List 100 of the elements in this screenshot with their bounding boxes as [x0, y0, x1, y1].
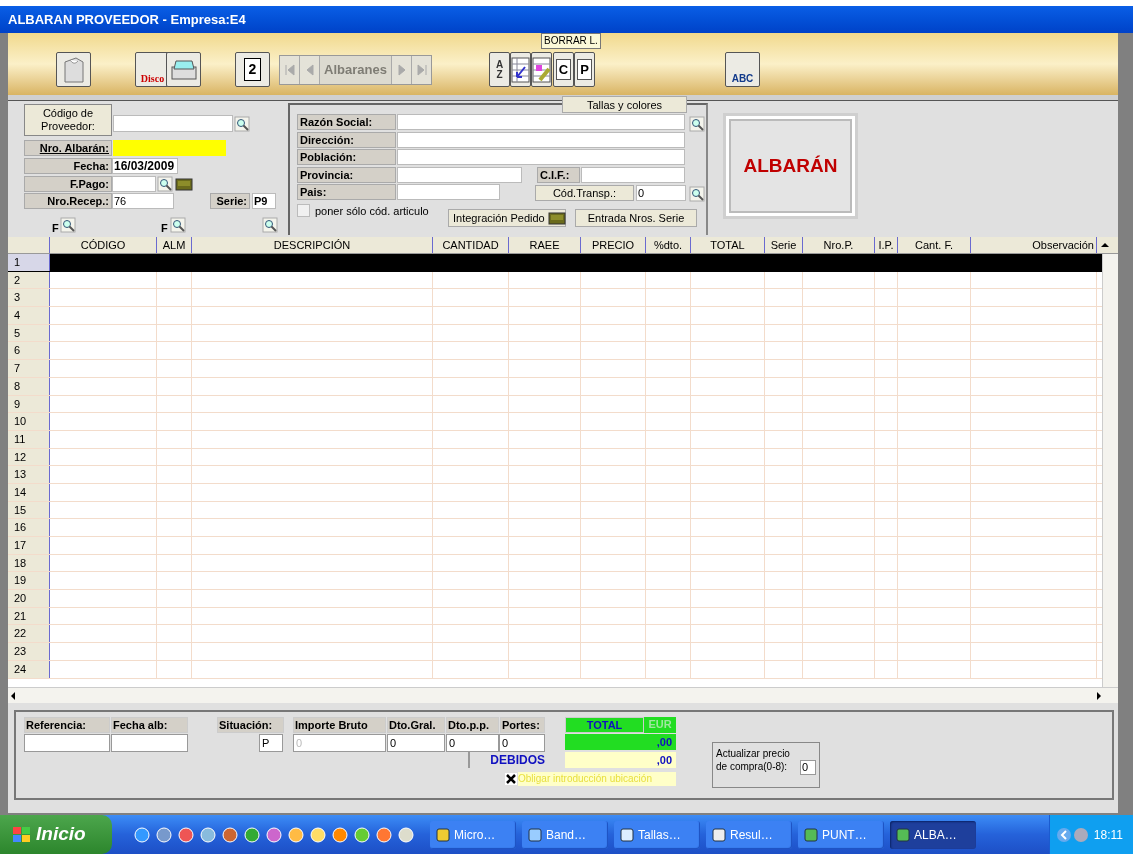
delivery-note-number-field[interactable]	[113, 140, 226, 156]
transport-code-field[interactable]: 0	[636, 185, 686, 201]
quick-launch-icon[interactable]	[376, 826, 392, 843]
transport-code-button[interactable]: Cód.Transp.:	[535, 185, 634, 201]
column-header[interactable]: Observación	[971, 237, 1097, 253]
grid-row[interactable]: 8	[8, 377, 1102, 396]
scroll-left-icon[interactable]	[10, 691, 16, 700]
grid-row[interactable]: 16	[8, 519, 1102, 537]
text-field[interactable]	[397, 184, 500, 200]
grid-row[interactable]: 18	[8, 554, 1102, 573]
grid-row[interactable]: 5	[8, 324, 1102, 343]
search-icon[interactable]	[60, 217, 76, 233]
search-icon[interactable]	[689, 116, 705, 132]
search-icon[interactable]	[234, 116, 250, 132]
text-field[interactable]	[581, 167, 685, 183]
grid-row[interactable]: 17	[8, 537, 1102, 555]
grid-row[interactable]: 7	[8, 360, 1102, 378]
column-header[interactable]: CÓDIGO	[50, 237, 157, 253]
folder-icon[interactable]	[175, 176, 193, 192]
start-button[interactable]: Inicio	[0, 815, 112, 854]
grid-row[interactable]: 19	[8, 572, 1102, 591]
quick-launch-icon[interactable]	[310, 826, 326, 843]
grid-row[interactable]: 20	[8, 590, 1102, 608]
column-header[interactable]: I.P.	[875, 237, 898, 253]
quick-launch-icon[interactable]	[332, 826, 348, 843]
text-field[interactable]	[397, 149, 685, 165]
payment-field[interactable]	[112, 176, 156, 192]
date-field[interactable]: 16/03/2009	[112, 158, 178, 174]
grid-row[interactable]: 1	[8, 254, 1102, 272]
quick-launch-icon[interactable]	[354, 826, 370, 843]
document-icon[interactable]: C	[553, 52, 574, 87]
page-cursor-icon[interactable]: 2	[235, 52, 270, 87]
tray-icons[interactable]	[1055, 826, 1090, 843]
reception-number-field[interactable]: 76	[112, 193, 174, 209]
column-header[interactable]: Serie	[765, 237, 803, 253]
grid-row[interactable]: 13	[8, 466, 1102, 484]
grid-row[interactable]: 15	[8, 501, 1102, 520]
grid-row[interactable]: 4	[8, 307, 1102, 325]
taskbar-button[interactable]: ALBA…	[890, 820, 976, 849]
column-header[interactable]: DESCRIPCIÓN	[192, 237, 433, 253]
input-field[interactable]: 0	[446, 734, 499, 752]
grid-row[interactable]: 9	[8, 395, 1102, 414]
supplier-code-button[interactable]: Código de Proveedor:	[24, 104, 112, 136]
grid-row[interactable]: 2	[8, 271, 1102, 290]
quick-launch-icon[interactable]	[134, 826, 150, 843]
quick-launch-icon[interactable]	[222, 826, 238, 843]
printer-icon[interactable]	[166, 52, 201, 87]
input-field[interactable]: 0	[387, 734, 445, 752]
series-field[interactable]: P9	[252, 193, 276, 209]
serial-numbers-button[interactable]: Entrada Nros. Serie	[575, 209, 697, 227]
input-field[interactable]	[111, 734, 188, 752]
grid-row[interactable]: 12	[8, 448, 1102, 467]
input-field[interactable]	[24, 734, 110, 752]
sort-icon[interactable]: AZ	[489, 52, 510, 87]
column-header[interactable]: CANTIDAD	[433, 237, 509, 253]
document-icon[interactable]: P	[574, 52, 595, 87]
taskbar-button[interactable]: PUNT…	[798, 820, 884, 849]
supplier-code-field[interactable]	[113, 115, 233, 132]
column-header[interactable]: Cant. F.	[898, 237, 971, 253]
new-document-icon[interactable]	[56, 52, 91, 87]
grid-row[interactable]: 10	[8, 413, 1102, 431]
checkbox[interactable]	[297, 204, 310, 217]
taskbar-button[interactable]: Band…	[522, 820, 608, 849]
quick-launch-icon[interactable]	[398, 826, 414, 843]
quick-launch-icon[interactable]	[178, 826, 194, 843]
column-header[interactable]: PRECIO	[581, 237, 646, 253]
folder-icon[interactable]	[548, 210, 566, 226]
order-integration-button[interactable]: Integración Pedido	[448, 209, 566, 227]
grid-row[interactable]: 21	[8, 607, 1102, 626]
search-icon[interactable]	[157, 176, 173, 192]
grid-row[interactable]: 11	[8, 430, 1102, 449]
search-icon[interactable]	[262, 217, 278, 233]
grid-row[interactable]: 23	[8, 643, 1102, 661]
quick-launch-icon[interactable]	[200, 826, 216, 843]
text-field[interactable]	[397, 114, 685, 130]
checkbox[interactable]	[505, 773, 517, 785]
sizes-colors-button[interactable]: Tallas y colores	[562, 96, 687, 113]
quick-launch-icon[interactable]	[244, 826, 260, 843]
grid-row[interactable]: 22	[8, 625, 1102, 644]
input-field[interactable]: P	[259, 734, 283, 752]
search-icon[interactable]	[170, 217, 186, 233]
horizontal-scrollbar[interactable]	[8, 687, 1118, 703]
input-field[interactable]: 0	[499, 734, 545, 752]
taskbar-button[interactable]: Tallas…	[614, 820, 700, 849]
binoculars-icon[interactable]: ABC	[725, 52, 760, 87]
grid-pencil-icon[interactable]	[531, 52, 552, 87]
vertical-scrollbar[interactable]	[1102, 254, 1118, 687]
quick-launch-icon[interactable]	[266, 826, 282, 843]
text-field[interactable]	[397, 132, 685, 148]
column-header[interactable]: TOTAL	[691, 237, 765, 253]
scroll-right-icon[interactable]	[1096, 691, 1102, 700]
text-field[interactable]	[397, 167, 522, 183]
quick-launch-icon[interactable]	[288, 826, 304, 843]
quick-launch-icon[interactable]	[156, 826, 172, 843]
column-header[interactable]: %dto.	[646, 237, 691, 253]
taskbar-button[interactable]: Micro…	[430, 820, 516, 849]
grid-row[interactable]: 3	[8, 289, 1102, 308]
column-header[interactable]: ALM	[157, 237, 192, 253]
column-header[interactable]: Nro.P.	[803, 237, 875, 253]
taskbar-button[interactable]: Resul…	[706, 820, 792, 849]
